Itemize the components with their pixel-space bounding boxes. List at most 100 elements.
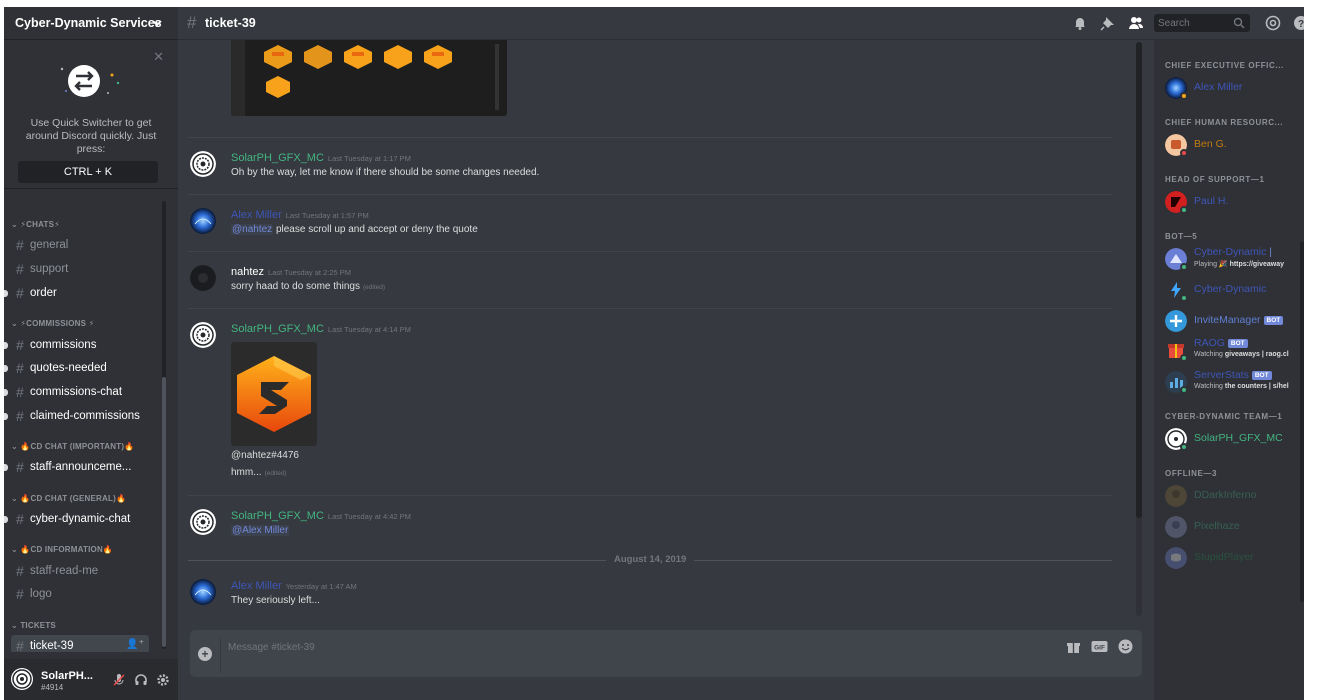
channel-commissions[interactable]: # commissions — [4, 334, 149, 356]
discord-window: Cyber-Dynamic Services ✕ Use Quick Switc… — [4, 7, 1304, 700]
online-status-icon — [1180, 386, 1188, 394]
user-mention[interactable]: @Alex Miller — [231, 525, 290, 536]
avatar[interactable] — [11, 668, 33, 690]
avatar[interactable] — [190, 579, 216, 605]
message-text: @nahtez please scroll up and accept or d… — [231, 224, 478, 235]
message-input[interactable] — [228, 639, 1048, 655]
search-input[interactable] — [1158, 16, 1232, 30]
channel-logo[interactable]: # logo — [11, 583, 149, 605]
hash-icon: # — [16, 459, 24, 475]
hash-icon: # — [16, 511, 24, 527]
member-name: ServerStats BOT — [1194, 369, 1272, 381]
quick-switcher-text: Use Quick Switcher to get around Discord… — [25, 117, 157, 155]
channel-commissions-chat[interactable]: # commissions-chat — [4, 381, 149, 403]
emoji-icon[interactable] — [1118, 639, 1133, 654]
message-timestamp: Last Tuesday at 2:25 PM — [268, 268, 351, 277]
member-category-offline: OFFLINE—3 — [1165, 469, 1218, 478]
avatar[interactable] — [190, 509, 216, 535]
member-item[interactable]: SolarPH_GFX_MC — [1165, 425, 1301, 453]
member-item[interactable]: Paul H. — [1165, 188, 1301, 216]
member-name: Paul H. — [1194, 195, 1229, 207]
member-item[interactable]: Ben G. — [1165, 131, 1301, 159]
avatar — [1165, 310, 1187, 332]
bot-tag: BOT — [1227, 339, 1248, 348]
category-cd-information[interactable]: ⌄ 🔥CD INFORMATION🔥 — [11, 545, 113, 554]
svg-text:?: ? — [1298, 19, 1304, 30]
avatar[interactable] — [190, 151, 216, 177]
dnd-status-icon — [1180, 149, 1188, 157]
avatar[interactable] — [190, 208, 216, 234]
gift-icon[interactable] — [1066, 639, 1081, 654]
hash-icon: # — [187, 13, 197, 32]
headphones-icon[interactable] — [134, 673, 148, 687]
message-timestamp: Last Tuesday at 4:14 PM — [327, 325, 411, 334]
avatar — [1165, 516, 1187, 538]
member-item[interactable]: Cyber-Dynamic | Playing 🎉 https://giveaw… — [1165, 245, 1301, 273]
help-icon[interactable]: ? — [1293, 15, 1304, 31]
member-item[interactable]: InviteManager BOT — [1165, 307, 1301, 335]
message-scrollbar[interactable] — [1136, 42, 1142, 616]
fire-icon: 🔥 — [115, 494, 127, 503]
quick-switcher-shortcut: CTRL + K — [18, 161, 158, 183]
search-box[interactable] — [1154, 14, 1250, 32]
channel-title: ticket-39 — [205, 16, 256, 30]
member-item[interactable]: DDarkInferno — [1165, 482, 1301, 510]
member-activity: Watching the counters | s/hel — [1194, 383, 1289, 390]
channel-scrollbar[interactable] — [162, 201, 166, 649]
image-attachment-preview[interactable] — [231, 40, 507, 116]
gif-icon[interactable]: GIF — [1091, 639, 1108, 654]
avatar[interactable] — [190, 265, 216, 291]
user-mention[interactable]: @nahtez — [231, 224, 274, 235]
notification-bell-icon[interactable] — [1072, 15, 1088, 31]
hash-icon: # — [16, 237, 24, 253]
pin-icon[interactable] — [1100, 15, 1116, 31]
category-tickets[interactable]: ⌄ TICKETS — [11, 621, 56, 630]
close-icon[interactable]: ✕ — [153, 49, 164, 65]
channel-order[interactable]: # order — [4, 282, 149, 304]
category-commissions[interactable]: ⌄ ⚡COMMISSIONS ⚡ — [11, 319, 94, 328]
channel-staff-read-me[interactable]: # staff-read-me — [11, 560, 149, 582]
hash-icon: # — [16, 261, 24, 277]
member-list-icon[interactable] — [1128, 15, 1144, 31]
channel-staff-announcements[interactable]: # staff-announceme... — [4, 456, 149, 478]
hash-icon: # — [16, 638, 24, 652]
message-author: SolarPH_GFX_MC Last Tuesday at 4:14 PM — [231, 323, 411, 335]
message-author: SolarPH_GFX_MC Last Tuesday at 1:17 PM — [231, 152, 411, 164]
message-timestamp: Last Tuesday at 4:42 PM — [327, 512, 411, 521]
message-text: sorry haad to do some things (edited) — [231, 281, 386, 292]
avatar[interactable] — [190, 322, 216, 348]
mentions-at-icon[interactable] — [1265, 15, 1281, 31]
add-member-icon[interactable]: 👤⁺ — [126, 639, 144, 650]
member-category-head-support: HEAD OF SUPPORT—1 — [1165, 175, 1265, 184]
message-list[interactable]: SolarPH_GFX_MC Last Tuesday at 1:17 PM Oh… — [178, 40, 1148, 620]
member-item[interactable]: Pixelhaze — [1165, 513, 1301, 541]
channel-quotes-needed[interactable]: # quotes-needed — [4, 357, 149, 379]
hash-icon: # — [16, 285, 24, 301]
member-item[interactable]: Cyber-Dynamic — [1165, 276, 1301, 304]
category-cd-chat-general[interactable]: ⌄ 🔥CD CHAT (GENERAL)🔥 — [11, 494, 126, 503]
hash-icon: # — [16, 360, 24, 376]
member-name: RAOG BOT — [1194, 337, 1248, 349]
category-cd-chat-important[interactable]: ⌄ 🔥CD CHAT (IMPORTANT)🔥 — [11, 442, 134, 451]
server-header[interactable]: Cyber-Dynamic Services — [4, 7, 178, 40]
channel-claimed-commissions[interactable]: # claimed-commissions — [4, 405, 149, 427]
member-scrollbar[interactable] — [1300, 42, 1304, 602]
mute-microphone-icon[interactable] — [112, 673, 126, 687]
settings-gear-icon[interactable] — [156, 673, 170, 687]
logo-image-attachment[interactable] — [231, 342, 317, 446]
hash-icon: # — [16, 408, 24, 424]
fire-icon: 🔥 — [20, 545, 31, 554]
member-item[interactable]: Alex Miller — [1165, 74, 1301, 102]
member-item[interactable]: StupidPlayer — [1165, 544, 1301, 572]
channel-ticket-39[interactable]: # ticket-39 👤⁺ — [11, 635, 149, 652]
member-name: SolarPH_GFX_MC — [1194, 432, 1283, 444]
category-chats[interactable]: ⌄ ⚡CHATS⚡ — [11, 220, 60, 229]
channel-list[interactable]: ⌄ ⚡CHATS⚡ # general # support # order ⌄ ⚡CO… — [4, 197, 178, 652]
member-name: InviteManager BOT — [1194, 314, 1284, 326]
channel-general[interactable]: # general — [11, 234, 149, 256]
channel-cyber-dynamic-chat[interactable]: # cyber-dynamic-chat — [4, 508, 149, 530]
upload-plus-icon[interactable]: + — [198, 647, 212, 661]
member-item[interactable]: ServerStats BOT Watching the counters | s… — [1165, 368, 1301, 396]
member-item[interactable]: RAOG BOT Watching giveaways | raog.cl — [1165, 336, 1301, 364]
channel-support[interactable]: # support — [11, 258, 149, 280]
